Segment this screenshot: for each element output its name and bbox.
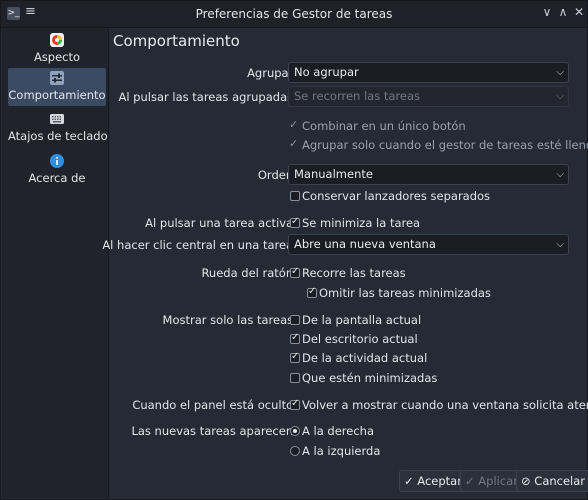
rueda-checkbox[interactable] — [290, 266, 300, 278]
agrupar-lleno-option[interactable]: Agrupar solo cuando el gestor de tareas … — [302, 138, 588, 152]
cancel-button[interactable]: ⊘ Cancelar — [516, 470, 588, 492]
escritorio-actual-option[interactable]: Del escritorio actual — [302, 332, 418, 346]
page-title: Comportamiento — [113, 32, 240, 50]
sidebar-item-label: Comportamiento — [8, 88, 106, 102]
combinar-option[interactable]: Combinar en un único botón — [302, 119, 466, 133]
sidebar-item-comportamiento[interactable]: Comportamiento — [8, 68, 106, 106]
info-icon — [50, 154, 64, 168]
preferences-window: >_ ≡ Preferencias de Gestor de tareas ∨ … — [0, 0, 588, 500]
apply-button[interactable]: ✓ Aplicar — [460, 470, 523, 492]
agrupar-combobox[interactable]: No agrupar ⌵ — [288, 62, 569, 83]
izquierda-option[interactable]: A la izquierda — [302, 444, 380, 458]
panel-oculto-label: Cuando el panel está oculto: — [132, 398, 297, 412]
pantalla-actual-checkbox[interactable] — [290, 315, 300, 325]
sidebar-item-label: Aspecto — [33, 50, 81, 64]
conservar-option[interactable]: Conservar lanzadores separados — [302, 189, 490, 203]
chevron-down-icon: ⌵ — [556, 169, 564, 180]
sliders-icon — [50, 71, 64, 85]
maximize-icon[interactable]: ∧ — [556, 5, 570, 19]
panel-oculto-checkbox[interactable] — [290, 398, 300, 410]
conservar-checkbox[interactable] — [290, 191, 300, 201]
appearance-icon — [50, 33, 64, 47]
panel-oculto-option[interactable]: Volver a mostrar cuando una ventana soli… — [302, 398, 588, 412]
apply-label: Aplicar — [478, 474, 518, 488]
cancel-label: Cancelar — [534, 474, 586, 488]
escritorio-actual-checkbox[interactable] — [290, 332, 300, 344]
actividad-actual-option[interactable]: De la actividad actual — [302, 351, 427, 365]
derecha-option[interactable]: A la derecha — [302, 424, 374, 438]
nuevas-tareas-label: Las nuevas tareas aparecen: — [131, 424, 297, 438]
minimizadas-option[interactable]: Que estén minimizadas — [302, 371, 437, 385]
izquierda-radio[interactable] — [290, 446, 300, 456]
actividad-actual-checkbox[interactable] — [290, 351, 300, 363]
window-title: Preferencias de Gestor de tareas — [195, 7, 393, 21]
agrupar-value: No agrupar — [294, 65, 359, 79]
rueda-label: Rueda del ratón: — [201, 266, 297, 280]
sidebar: Aspecto Comportamiento Atajos de teclado… — [2, 28, 109, 498]
sidebar-item-aspecto[interactable]: Aspecto — [8, 30, 106, 68]
sidebar-item-label: Acerca de — [28, 171, 86, 185]
pulsar-activa-label: Al pulsar una tarea activa: — [145, 216, 297, 230]
derecha-radio[interactable] — [290, 426, 300, 436]
pulsar-activa-checkbox[interactable] — [290, 216, 300, 228]
pulsar-agrupadas-value: Se recorren las tareas — [294, 89, 420, 103]
clic-central-value: Abre una nueva ventana — [294, 237, 436, 251]
accept-label: Aceptar — [417, 474, 462, 488]
rueda-option[interactable]: Recorre las tareas — [302, 266, 406, 280]
pulsar-activa-option[interactable]: Se minimiza la tarea — [302, 216, 420, 230]
check-icon: ✓ — [404, 474, 414, 488]
omitir-minimizadas-checkbox[interactable] — [307, 286, 317, 298]
chevron-down-icon: ⌵ — [556, 67, 564, 78]
check-icon: ✓ — [465, 474, 475, 488]
orden-value: Manualmente — [294, 167, 373, 181]
sidebar-item-acerca[interactable]: Acerca de — [8, 151, 106, 189]
pulsar-agrupadas-label: Al pulsar las tareas agrupadas: — [118, 90, 297, 104]
settings-panel: Comportamiento Agrupar: No agrupar ⌵ Al … — [102, 28, 588, 498]
clic-central-combobox[interactable]: Abre una nueva ventana ⌵ — [288, 234, 569, 255]
minimizadas-checkbox[interactable] — [290, 373, 300, 383]
chevron-down-icon: ⌵ — [556, 239, 564, 250]
title-bar: >_ ≡ Preferencias de Gestor de tareas ∨ … — [1, 1, 587, 28]
minimize-icon[interactable]: ∨ — [540, 5, 554, 19]
accept-button[interactable]: ✓ Aceptar — [399, 470, 467, 492]
orden-combobox[interactable]: Manualmente ⌵ — [288, 164, 569, 185]
sidebar-item-label: Atajos de teclado — [8, 129, 108, 143]
pulsar-agrupadas-combobox[interactable]: Se recorren las tareas ⌵ — [288, 86, 569, 107]
close-icon[interactable]: ✕ — [572, 5, 586, 19]
keyboard-icon — [50, 114, 64, 124]
pantalla-actual-option[interactable]: De la pantalla actual — [302, 313, 421, 327]
cancel-icon: ⊘ — [521, 474, 531, 488]
sidebar-item-atajos[interactable]: Atajos de teclado — [8, 109, 108, 147]
chevron-down-icon: ⌵ — [556, 91, 564, 102]
omitir-minimizadas-option[interactable]: Omitir las tareas minimizadas — [319, 286, 491, 300]
mostrar-solo-label: Mostrar solo las tareas: — [162, 313, 297, 327]
check-icon: ✓ — [289, 137, 299, 150]
check-icon: ✓ — [289, 118, 299, 131]
clic-central-label: Al hacer clic central en una tarea: — [102, 238, 297, 252]
